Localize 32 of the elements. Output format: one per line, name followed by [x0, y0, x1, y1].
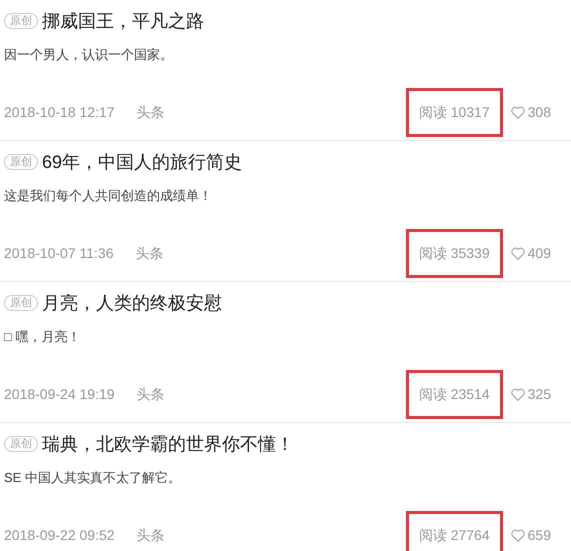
like-count: 409 [528, 244, 551, 262]
like-count: 325 [528, 384, 551, 404]
original-tag: 原创 [4, 154, 38, 170]
like-count: 308 [528, 102, 551, 122]
article-title[interactable]: 挪威国王，平凡之路 [42, 8, 204, 34]
article-summary: SE 中国人其实真不太了解它。 [4, 469, 181, 487]
read-count: 阅读 35339 [406, 228, 503, 278]
like-count: 659 [528, 526, 551, 544]
publish-time: 2018-10-18 12:17 [4, 102, 115, 122]
article-summary: 因一个男人，认识一个国家。 [4, 46, 173, 64]
heart-icon[interactable] [510, 106, 525, 118]
publish-time: 2018-09-24 19:19 [4, 384, 115, 404]
channel-label: 头条 [136, 526, 165, 544]
read-count: 阅读 10317 [406, 88, 503, 136]
original-tag: 原创 [4, 295, 38, 311]
article-title[interactable]: 69年，中国人的旅行简史 [42, 149, 242, 175]
original-tag: 原创 [4, 13, 38, 29]
article-summary: 这是我们每个人共同创造的成绩单！ [4, 187, 212, 205]
channel-label: 头条 [136, 384, 165, 404]
article-title[interactable]: 瑞典，北欧学霸的世界你不懂！ [42, 431, 294, 457]
publish-time: 2018-09-22 09:52 [4, 526, 115, 544]
publish-time: 2018-10-07 11:36 [4, 244, 114, 262]
article-title[interactable]: 月亮，人类的终极安慰 [42, 290, 222, 316]
read-count: 阅读 23514 [406, 370, 503, 418]
heart-icon[interactable] [510, 388, 525, 400]
heart-icon[interactable] [510, 246, 525, 260]
heart-icon[interactable] [510, 528, 525, 542]
channel-label: 头条 [136, 244, 164, 262]
read-count: 阅读 27764 [406, 510, 503, 551]
original-tag: 原创 [4, 436, 38, 452]
channel-label: 头条 [136, 102, 165, 122]
article-summary: □ 嘿，月亮！ [4, 328, 80, 346]
